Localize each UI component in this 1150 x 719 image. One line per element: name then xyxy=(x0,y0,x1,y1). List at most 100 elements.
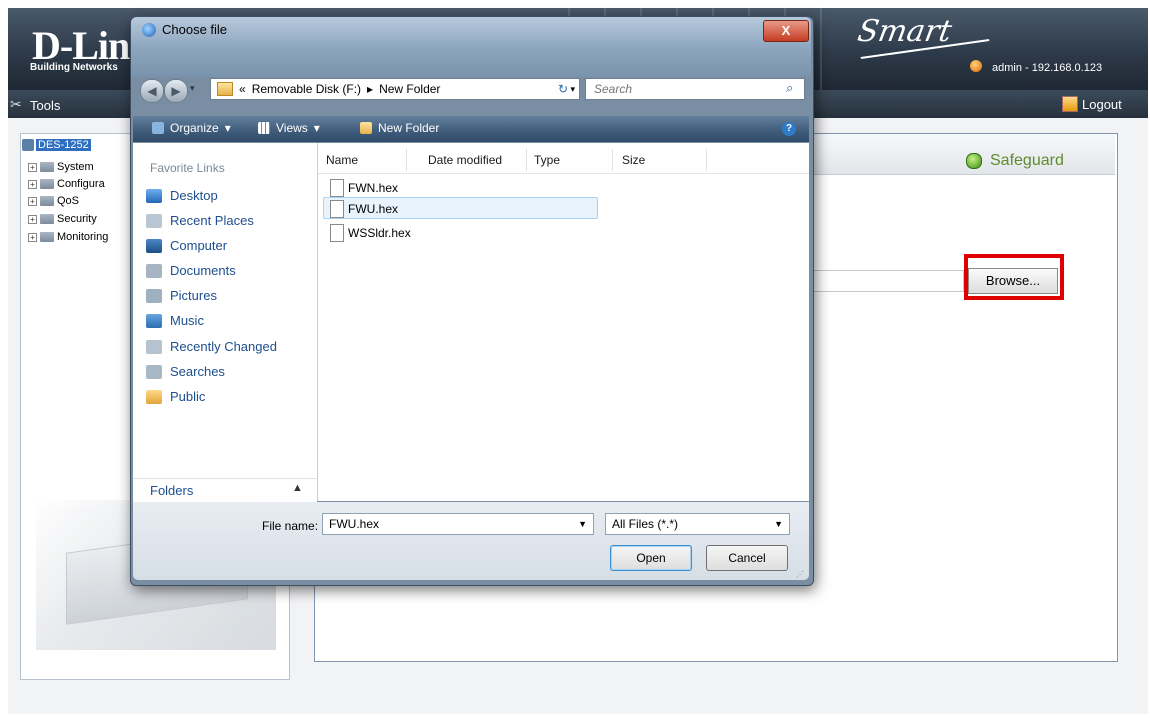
help-icon[interactable]: ? xyxy=(782,122,796,136)
logout-icon xyxy=(1062,96,1078,112)
expand-icon[interactable]: + xyxy=(28,196,37,206)
chevron-down-icon[interactable]: ▼ xyxy=(774,519,783,529)
favorite-link-searches[interactable]: Searches xyxy=(146,364,225,379)
favorite-link-desktop[interactable]: Desktop xyxy=(146,188,218,203)
favorite-link-recent-places[interactable]: Recent Places xyxy=(146,213,254,228)
expand-icon[interactable]: + xyxy=(28,232,37,242)
favorite-link-label: Computer xyxy=(170,238,228,253)
recent-pages-dropdown[interactable]: ▾ xyxy=(190,83,195,94)
music-icon xyxy=(146,313,162,328)
tree-item-label: Security xyxy=(57,213,97,225)
search-box[interactable] xyxy=(585,78,805,100)
close-button[interactable]: X xyxy=(763,20,809,42)
file-type-value[interactable]: All Files (*.*) xyxy=(612,517,678,531)
chevron-down-icon[interactable]: ▼ xyxy=(578,519,587,529)
tree-item-label: Configura xyxy=(57,178,105,190)
cancel-button[interactable]: Cancel xyxy=(706,545,788,571)
column-separator[interactable] xyxy=(406,149,407,171)
favorite-link-label: Recent Places xyxy=(170,213,254,228)
file-item[interactable]: WSSldr.hex xyxy=(330,224,411,242)
breadcrumb-separator[interactable]: ▸ xyxy=(367,82,373,96)
tree-item-monitoring[interactable]: + Monitoring xyxy=(28,231,108,243)
column-separator[interactable] xyxy=(526,149,527,171)
tree-root-device[interactable]: DES-1252 xyxy=(36,139,91,151)
organize-label: Organize xyxy=(170,121,219,135)
folder-icon xyxy=(40,196,54,206)
pictures-icon xyxy=(146,288,162,303)
column-header-size[interactable]: Size xyxy=(622,153,645,167)
column-header-name[interactable]: Name xyxy=(326,153,358,167)
chevron-down-icon: ▾ xyxy=(313,121,320,135)
chevron-up-icon[interactable]: ▲ xyxy=(292,482,303,494)
favorite-link-documents[interactable]: Documents xyxy=(146,263,236,278)
expand-icon[interactable]: + xyxy=(28,214,37,224)
organize-button[interactable]: Organize ▾ xyxy=(152,121,231,135)
chevron-down-icon: ▾ xyxy=(224,121,231,135)
favorite-link-label: Pictures xyxy=(170,288,217,303)
status-dot-icon xyxy=(966,153,982,169)
folder-icon xyxy=(40,214,54,224)
column-separator[interactable] xyxy=(612,149,613,171)
column-header-date-modified[interactable]: Date modified xyxy=(428,153,502,167)
public-folder-icon xyxy=(146,389,162,404)
file-type-select[interactable]: All Files (*.*) ▼ xyxy=(605,513,790,535)
folder-icon xyxy=(217,82,233,96)
file-item[interactable]: FWN.hex xyxy=(330,179,398,197)
back-button[interactable]: ◀ xyxy=(140,79,164,103)
logo-tagline: Building Networks xyxy=(30,62,118,73)
folder-icon xyxy=(40,179,54,189)
favorite-link-label: Documents xyxy=(170,263,236,278)
refresh-icon[interactable]: ↻ xyxy=(552,80,574,98)
file-path-field[interactable] xyxy=(812,270,964,292)
favorite-link-label: Desktop xyxy=(170,188,218,203)
favorite-link-label: Searches xyxy=(170,364,225,379)
expand-icon[interactable]: + xyxy=(28,179,37,189)
file-name: WSSldr.hex xyxy=(348,226,411,240)
safeguard-indicator: Safeguard xyxy=(966,152,1064,170)
favorite-link-pictures[interactable]: Pictures xyxy=(146,288,217,303)
search-icon[interactable]: ⌕ xyxy=(786,80,793,96)
tree-item-configuration[interactable]: + Configura xyxy=(28,178,105,190)
tree-item-system[interactable]: + System xyxy=(28,161,94,173)
file-name-combobox[interactable]: FWU.hex ▼ xyxy=(322,513,594,535)
favorite-link-public[interactable]: Public xyxy=(146,389,205,404)
tree-item-security[interactable]: + Security xyxy=(28,213,97,225)
favorite-link-label: Recently Changed xyxy=(170,339,277,354)
logout-label: Logout xyxy=(1082,96,1122,112)
tree-item-qos[interactable]: + QoS xyxy=(28,195,79,207)
ie-icon xyxy=(142,23,156,37)
folder-icon xyxy=(40,232,54,242)
file-icon xyxy=(330,200,344,218)
logout-button[interactable]: Logout xyxy=(1062,96,1122,112)
column-separator[interactable] xyxy=(706,149,707,171)
folders-label[interactable]: Folders xyxy=(150,483,193,498)
forward-button[interactable]: ▶ xyxy=(164,79,188,103)
tools-menu[interactable]: Tools xyxy=(30,98,60,113)
recently-changed-icon xyxy=(146,339,162,354)
file-icon xyxy=(330,179,344,197)
open-button[interactable]: Open xyxy=(610,545,692,571)
new-folder-button[interactable]: New Folder xyxy=(360,121,439,135)
breadcrumb-segment[interactable]: Removable Disk (F:) xyxy=(252,82,361,96)
favorite-link-music[interactable]: Music xyxy=(146,313,204,328)
column-header-type[interactable]: Type xyxy=(534,153,560,167)
search-input[interactable] xyxy=(592,79,776,99)
address-prefix[interactable]: « xyxy=(239,82,246,96)
new-folder-icon xyxy=(360,122,372,134)
file-item-selected[interactable]: FWU.hex xyxy=(330,200,398,218)
views-button[interactable]: Views ▾ xyxy=(258,121,320,135)
favorite-link-recently-changed[interactable]: Recently Changed xyxy=(146,339,277,354)
highlight-box xyxy=(964,254,1064,300)
smart-logo: Smart xyxy=(854,14,955,49)
dialog-title-bar[interactable] xyxy=(131,17,811,77)
tools-icon[interactable]: ✂ xyxy=(10,96,22,113)
user-info: admin - 192.168.0.123 xyxy=(992,62,1103,74)
file-name: FWU.hex xyxy=(348,202,399,216)
breadcrumb-segment[interactable]: New Folder xyxy=(379,82,440,96)
expand-icon[interactable]: + xyxy=(28,162,37,172)
favorite-link-label: Music xyxy=(170,313,204,328)
resize-grip-icon[interactable]: ⋰ xyxy=(796,570,804,579)
file-name-value[interactable]: FWU.hex xyxy=(329,517,379,531)
address-bar[interactable]: « Removable Disk (F:) ▸ New Folder ▾ xyxy=(210,78,580,100)
favorite-link-computer[interactable]: Computer xyxy=(146,238,227,253)
